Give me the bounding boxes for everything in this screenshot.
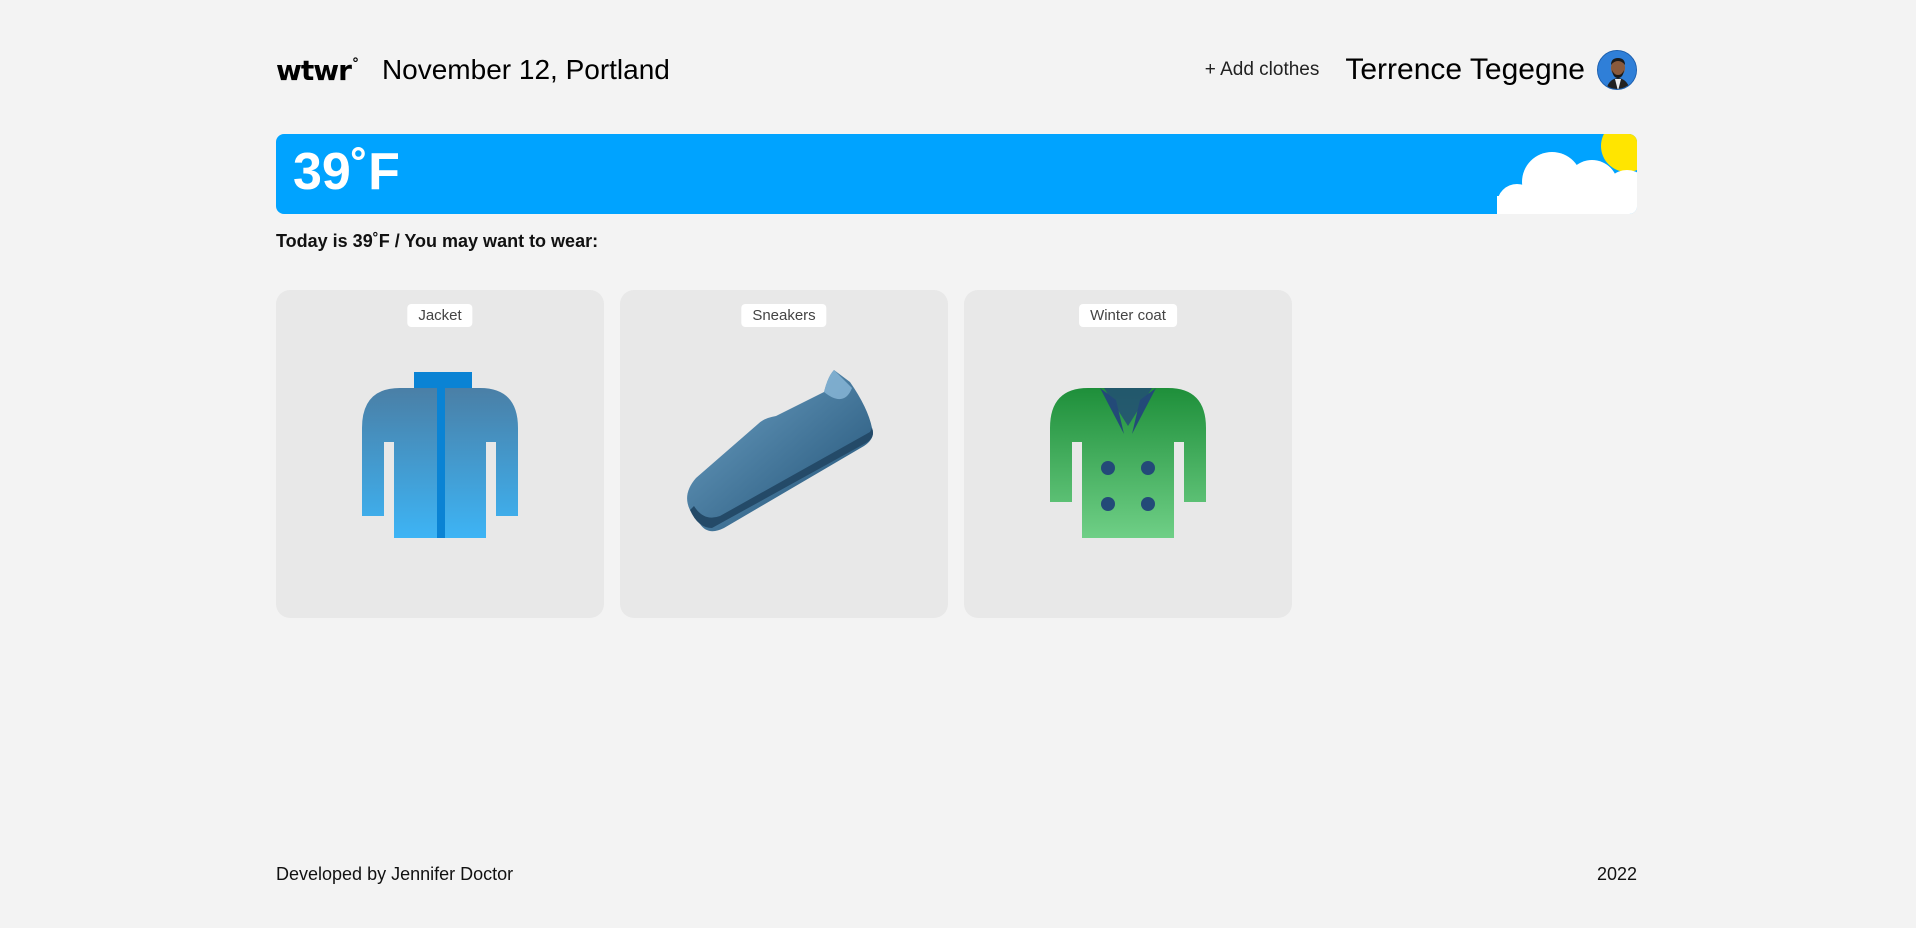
add-clothes-button[interactable]: + Add clothes xyxy=(1205,59,1320,81)
recommendation-caption: Today is 39˚F / You may want to wear: xyxy=(276,231,599,251)
jacket-icon xyxy=(362,372,518,538)
footer-year: 2022 xyxy=(1596,864,1637,884)
clothing-cards: Jacket Sneakers Winter coat xyxy=(276,290,1292,618)
logo[interactable]: wtwr ° xyxy=(276,53,359,87)
date-location: November 12, Portland xyxy=(381,54,670,85)
temperature: 39˚F xyxy=(293,143,400,201)
logo-text: wtwr xyxy=(276,53,352,87)
avatar-icon xyxy=(1598,51,1636,89)
clothing-card-jacket[interactable]: Jacket xyxy=(276,290,604,618)
avatar[interactable] xyxy=(1597,50,1637,90)
logo-degree: ° xyxy=(351,55,359,72)
card-label: Winter coat xyxy=(1079,304,1177,327)
card-label: Sneakers xyxy=(741,304,827,327)
card-label: Jacket xyxy=(407,304,473,327)
header: wtwr ° November 12, Portland + Add cloth… xyxy=(276,48,1637,92)
footer: Developed by Jennifer Doctor 2022 xyxy=(276,864,1637,885)
footer-credit: Developed by Jennifer Doctor xyxy=(276,864,514,884)
winter-coat-icon xyxy=(1050,388,1206,538)
sneaker-icon xyxy=(687,370,873,532)
user-name[interactable]: Terrence Tegegne xyxy=(1345,53,1585,87)
page: wtwr ° November 12, Portland + Add cloth… xyxy=(0,0,1916,928)
weather-condition xyxy=(1497,134,1637,214)
clothing-card-sneakers[interactable]: Sneakers xyxy=(620,290,948,618)
weather-banner: 39˚F xyxy=(276,134,1637,214)
clothing-card-winter-coat[interactable]: Winter coat xyxy=(964,290,1292,618)
